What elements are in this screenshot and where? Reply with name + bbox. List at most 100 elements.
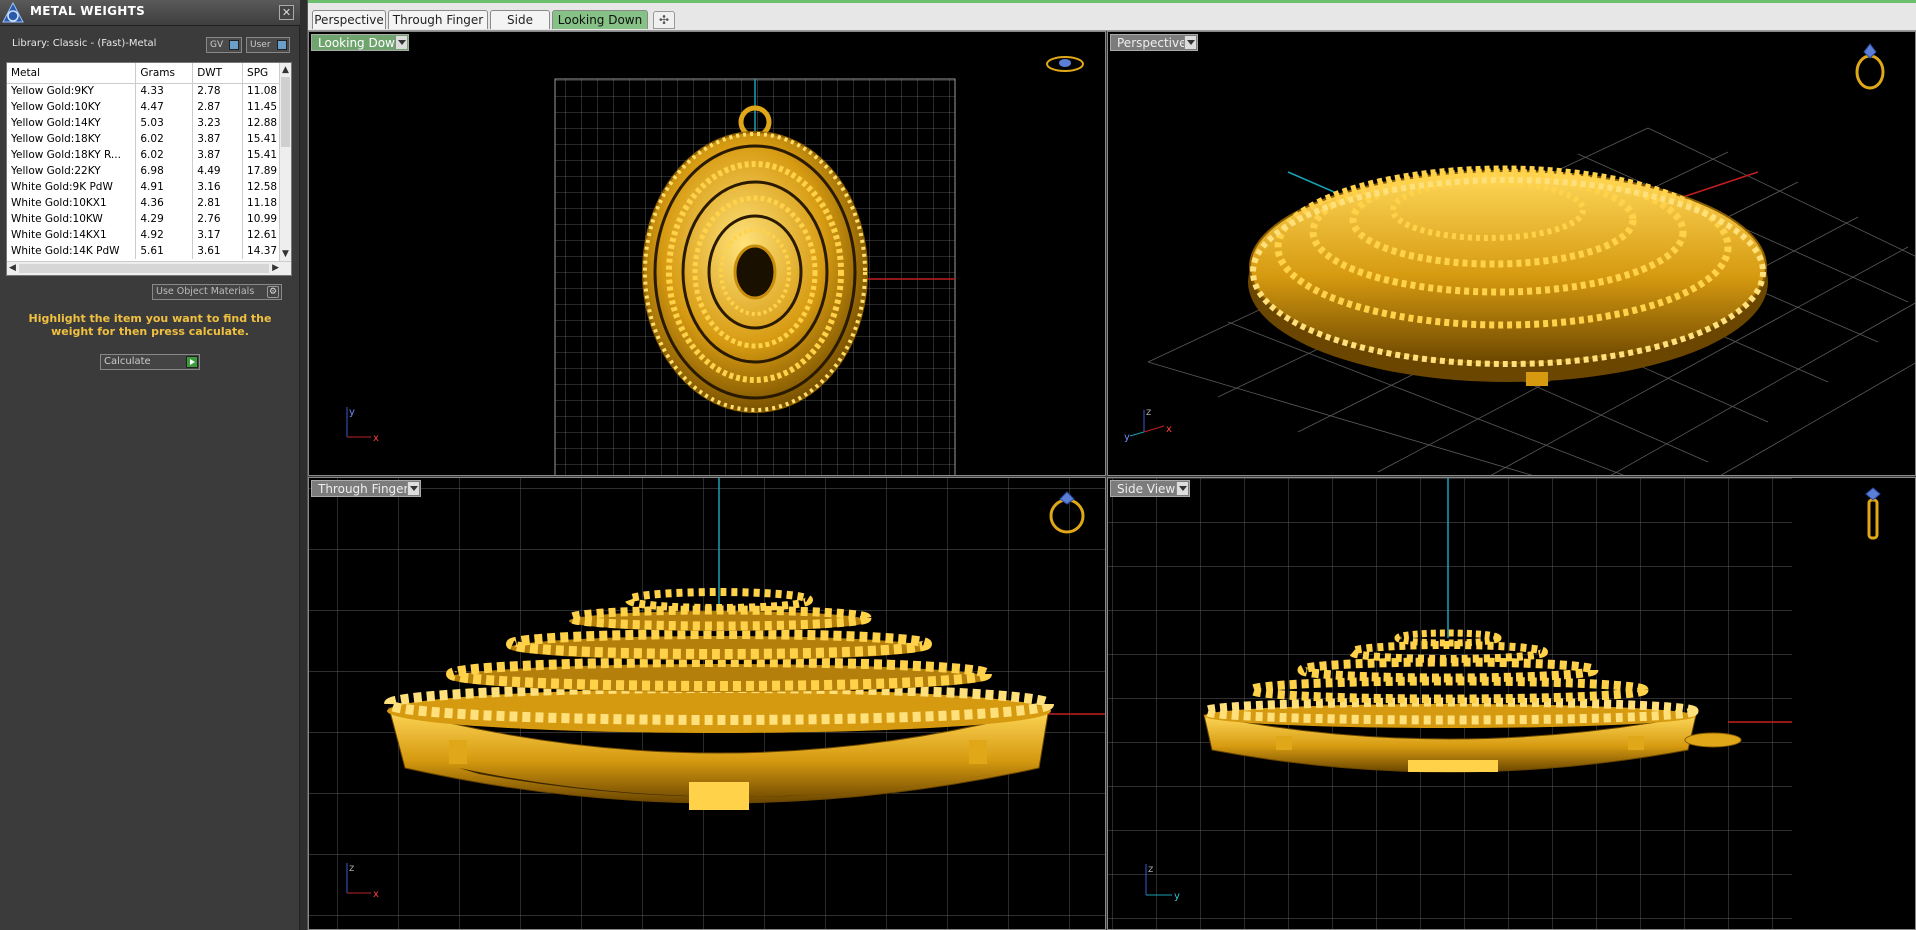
scroll-right-icon[interactable]: ▶ bbox=[272, 262, 279, 274]
gv-toggle-icon bbox=[229, 40, 239, 50]
cell-dwt: 3.87 bbox=[192, 147, 244, 163]
chevron-down-icon[interactable] bbox=[1176, 482, 1188, 495]
scroll-up-icon[interactable]: ▲ bbox=[282, 64, 289, 76]
axis-label-y: y bbox=[349, 407, 355, 418]
table-row[interactable]: Yellow Gold:22KY 6.98 4.49 17.89 bbox=[7, 163, 285, 179]
ring-perspective-icon[interactable] bbox=[1852, 40, 1888, 92]
table-row[interactable]: Yellow Gold:10KY 4.47 2.87 11.45 bbox=[7, 99, 285, 115]
user-label: User bbox=[250, 40, 271, 50]
gear-icon: ⚙ bbox=[267, 286, 279, 298]
chevron-down-icon[interactable] bbox=[1184, 36, 1196, 49]
tab-looking-down[interactable]: Looking Down bbox=[552, 10, 648, 29]
column-header-dwt[interactable]: DWT bbox=[192, 63, 244, 84]
cell-dwt: 3.87 bbox=[192, 131, 244, 147]
viewport-label-text: Perspective bbox=[1117, 36, 1187, 50]
scroll-down-icon[interactable]: ▼ bbox=[282, 248, 289, 260]
axis-label-z: z bbox=[1146, 407, 1151, 418]
use-object-materials-label: Use Object Materials bbox=[156, 286, 255, 297]
scroll-left-icon[interactable]: ◀ bbox=[9, 262, 16, 274]
viewport-through-finger[interactable]: z x Through Finger bbox=[308, 477, 1106, 930]
axis-gizmo: y x bbox=[346, 407, 379, 444]
app-window: METAL WEIGHTS ✕ Library: Classic - (Fast… bbox=[0, 0, 1916, 930]
instruction-text: Highlight the item you want to find the … bbox=[28, 312, 272, 338]
calculate-button[interactable]: Calculate bbox=[100, 354, 200, 370]
chevron-down-icon[interactable] bbox=[395, 36, 407, 49]
tab-perspective[interactable]: Perspective bbox=[312, 10, 386, 29]
viewport-label-through-finger[interactable]: Through Finger bbox=[311, 480, 421, 497]
user-toggle-icon bbox=[277, 40, 287, 50]
through-finger-scene: z x bbox=[309, 478, 1105, 929]
table-row[interactable]: White Gold:9K PdW 4.91 3.16 12.58 bbox=[7, 179, 285, 195]
cell-grams: 4.36 bbox=[135, 195, 194, 211]
chevron-down-icon[interactable] bbox=[407, 482, 419, 495]
gv-toggle-button[interactable]: GV bbox=[206, 37, 242, 53]
cell-dwt: 2.76 bbox=[192, 211, 244, 227]
calculate-label: Calculate bbox=[104, 356, 151, 367]
cell-dwt: 2.81 bbox=[192, 195, 244, 211]
metal-weights-panel: METAL WEIGHTS ✕ Library: Classic - (Fast… bbox=[0, 0, 300, 930]
cell-metal: Yellow Gold:9KY bbox=[7, 83, 137, 99]
axis-label-x: x bbox=[1166, 424, 1172, 435]
add-tab-icon[interactable]: ✣ bbox=[653, 11, 675, 29]
viewport-perspective[interactable]: z y x Perspective bbox=[1107, 31, 1916, 476]
looking-down-scene: y x bbox=[346, 78, 956, 475]
column-header-grams[interactable]: Grams bbox=[135, 63, 194, 84]
cell-grams: 4.91 bbox=[135, 179, 194, 195]
gv-label: GV bbox=[210, 40, 224, 50]
cell-grams: 4.33 bbox=[135, 83, 194, 99]
perspective-scene: z y x bbox=[1124, 127, 1915, 475]
table-row[interactable]: Yellow Gold:18KY R... 6.02 3.87 15.41 bbox=[7, 147, 285, 163]
viewport-label-looking-down[interactable]: Looking Down bbox=[311, 34, 409, 51]
panel-splitter[interactable] bbox=[300, 0, 308, 930]
cell-metal: White Gold:14K PdW bbox=[7, 243, 137, 259]
table-row[interactable]: White Gold:10KW 4.29 2.76 10.99 bbox=[7, 211, 285, 227]
cell-grams: 6.02 bbox=[135, 131, 194, 147]
cell-metal: Yellow Gold:18KY bbox=[7, 131, 137, 147]
library-label: Library: Classic - (Fast)-Metal bbox=[12, 38, 157, 49]
column-header-metal[interactable]: Metal bbox=[7, 63, 137, 84]
viewport-looking-down[interactable]: y x Looking Down bbox=[308, 31, 1106, 476]
viewport-label-side-view[interactable]: Side View bbox=[1110, 480, 1190, 497]
table-row[interactable]: Yellow Gold:9KY 4.33 2.78 11.08 bbox=[7, 83, 285, 99]
viewport-label-text: Side View bbox=[1117, 482, 1176, 496]
pendant-model[interactable] bbox=[1248, 165, 1768, 386]
table-row[interactable]: White Gold:10KX1 4.36 2.81 11.18 bbox=[7, 195, 285, 211]
table-row[interactable]: Yellow Gold:14KY 5.03 3.23 12.88 bbox=[7, 115, 285, 131]
table-header-row: Metal Grams DWT SPG bbox=[7, 63, 285, 84]
viewport-label-text: Looking Down bbox=[318, 36, 403, 50]
tab-side-view[interactable]: Side View bbox=[490, 10, 550, 45]
ring-front-icon[interactable] bbox=[1047, 488, 1087, 536]
ring-side-icon[interactable] bbox=[1860, 486, 1886, 542]
vertical-scrollbar[interactable]: ▲ ▼ bbox=[279, 63, 291, 261]
axis-label-x: x bbox=[373, 433, 379, 444]
axis-label-x: x bbox=[373, 889, 379, 900]
cell-grams: 6.98 bbox=[135, 163, 194, 179]
table-row[interactable]: White Gold:14KX1 4.92 3.17 12.61 bbox=[7, 227, 285, 243]
table-row[interactable]: Yellow Gold:18KY 6.02 3.87 15.41 bbox=[7, 131, 285, 147]
cell-dwt: 4.49 bbox=[192, 163, 244, 179]
side-view-scene: z y bbox=[1108, 478, 1792, 929]
cell-metal: Yellow Gold:14KY bbox=[7, 115, 137, 131]
cell-metal: White Gold:10KW bbox=[7, 211, 137, 227]
axis-label-y: y bbox=[1174, 891, 1180, 902]
horizontal-scroll-thumb[interactable] bbox=[19, 264, 269, 273]
axis-label-z: z bbox=[1148, 864, 1153, 875]
axis-label-z: z bbox=[349, 863, 354, 874]
cell-grams: 4.29 bbox=[135, 211, 194, 227]
use-object-materials-button[interactable]: Use Object Materials ⚙ bbox=[152, 284, 282, 300]
cell-metal: Yellow Gold:10KY bbox=[7, 99, 137, 115]
view-orientation-icon[interactable] bbox=[1045, 54, 1085, 74]
tab-through-finger[interactable]: Through Finger bbox=[388, 10, 488, 29]
viewport-side-view[interactable]: z y Side View bbox=[1107, 477, 1916, 930]
metal-weights-table[interactable]: Metal Grams DWT SPG Yellow Gold:9KY 4.33 2… bbox=[6, 62, 292, 276]
viewport-label-perspective[interactable]: Perspective bbox=[1110, 34, 1198, 51]
user-toggle-button[interactable]: User bbox=[246, 37, 290, 53]
table-row[interactable]: White Gold:14K PdW 5.61 3.61 14.37 bbox=[7, 243, 285, 259]
cell-metal: Yellow Gold:18KY R... bbox=[7, 147, 137, 163]
vertical-scroll-thumb[interactable] bbox=[281, 77, 290, 147]
cell-grams: 5.03 bbox=[135, 115, 194, 131]
close-icon[interactable]: ✕ bbox=[279, 5, 294, 20]
app-logo-icon bbox=[2, 1, 24, 23]
cell-grams: 4.92 bbox=[135, 227, 194, 243]
horizontal-scrollbar[interactable]: ◀ ▶ bbox=[7, 261, 291, 275]
